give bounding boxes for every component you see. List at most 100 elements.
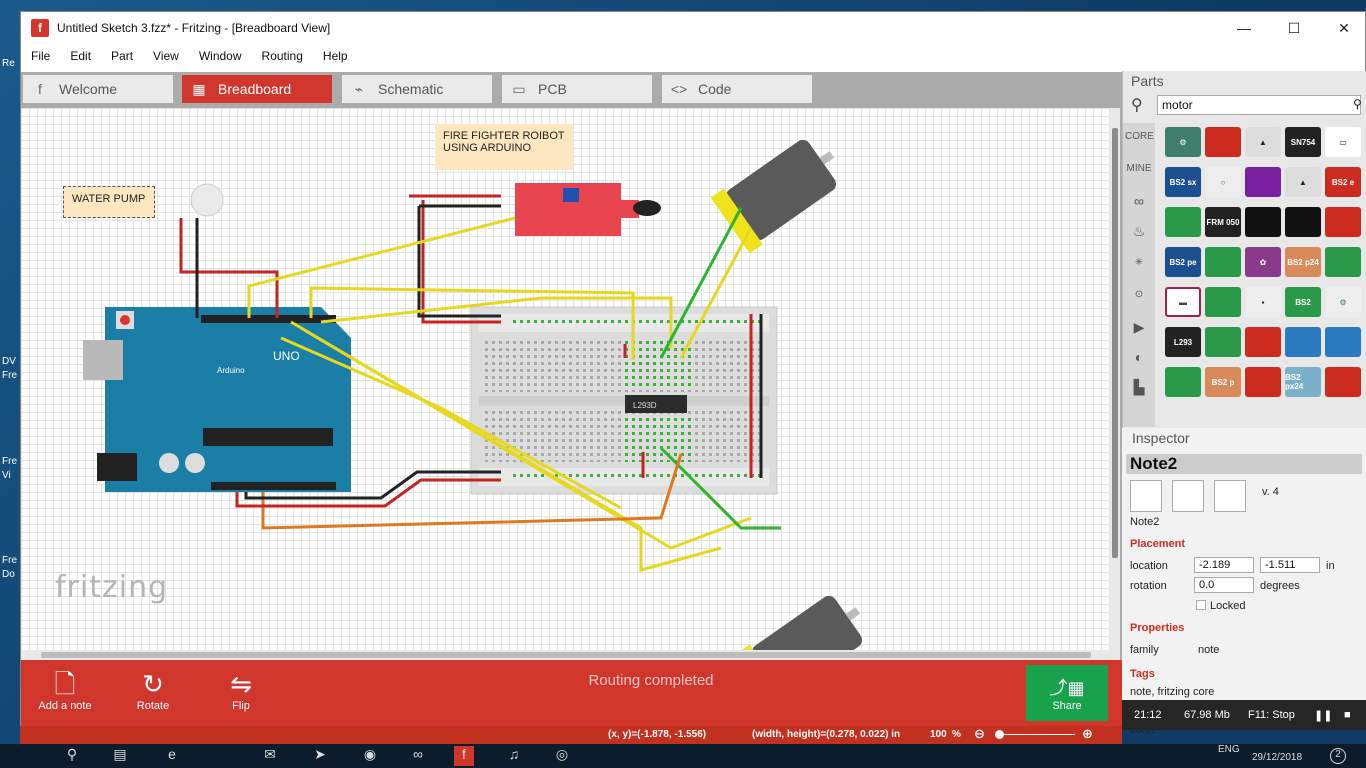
- close-button[interactable]: ✕: [1321, 12, 1366, 44]
- pause-icon[interactable]: ❚❚: [1314, 709, 1332, 722]
- zoom-slider-track[interactable]: [995, 734, 1075, 735]
- part-driver[interactable]: [1205, 127, 1241, 157]
- location-y-input[interactable]: -1.511: [1260, 557, 1320, 573]
- task-view-icon[interactable]: ▤: [110, 746, 130, 766]
- mail-icon[interactable]: ✉: [260, 746, 280, 766]
- breadboard[interactable]: [470, 306, 778, 495]
- menu-file[interactable]: File: [21, 49, 60, 63]
- horizontal-scrollbar[interactable]: [21, 650, 1110, 660]
- part-frm050[interactable]: FRM 050: [1205, 207, 1241, 237]
- tab-pcb[interactable]: ▭ PCB: [502, 75, 652, 103]
- part-bs2[interactable]: BS2: [1285, 287, 1321, 317]
- zoom-slider-handle[interactable]: [995, 730, 1004, 739]
- chrome-icon[interactable]: ◉: [360, 746, 380, 766]
- location-x-input[interactable]: -2.189: [1194, 557, 1254, 573]
- part-green-board-2[interactable]: [1325, 247, 1361, 277]
- zoom-out-button[interactable]: ⊖: [974, 726, 985, 742]
- play-bin-icon[interactable]: ▶: [1125, 319, 1153, 336]
- dc-motor-bottom[interactable]: [736, 583, 878, 660]
- part-bs2p24[interactable]: BS2 p24: [1285, 247, 1321, 277]
- intel-bin-icon[interactable]: ⊙: [1125, 289, 1153, 300]
- menu-part[interactable]: Part: [101, 49, 143, 63]
- notification-count[interactable]: 2: [1330, 748, 1346, 764]
- schematic-view-icon[interactable]: [1172, 480, 1204, 512]
- arduino-bin-icon[interactable]: ∞: [1125, 193, 1153, 209]
- tab-breadboard[interactable]: ▦ Breadboard: [182, 75, 332, 103]
- part-black-board[interactable]: [1245, 207, 1281, 237]
- part-battery[interactable]: [1285, 207, 1321, 237]
- part-bs2e[interactable]: BS2 e: [1325, 167, 1361, 197]
- part-servo-2[interactable]: ▲: [1285, 167, 1321, 197]
- desktop-label-7[interactable]: Do: [2, 569, 22, 580]
- menu-view[interactable]: View: [143, 49, 189, 63]
- bin-core[interactable]: CORE: [1125, 131, 1154, 142]
- breadboard-view-icon[interactable]: [1130, 480, 1162, 512]
- part-green-strip[interactable]: [1165, 367, 1201, 397]
- seeed-bin-icon[interactable]: ✳: [1125, 257, 1153, 268]
- part-bs2p[interactable]: BS2 p: [1205, 367, 1241, 397]
- menu-help[interactable]: Help: [313, 49, 358, 63]
- desktop-label-6[interactable]: Fre: [2, 555, 22, 566]
- note-water-pump[interactable]: WATER PUMP: [63, 186, 155, 218]
- parts-search-input[interactable]: motor: [1157, 95, 1361, 115]
- part-shield[interactable]: [1205, 287, 1241, 317]
- part-l293[interactable]: L293: [1165, 327, 1201, 357]
- pcb-view-icon[interactable]: [1214, 480, 1246, 512]
- menu-edit[interactable]: Edit: [60, 49, 101, 63]
- app-icon[interactable]: ◎: [552, 746, 572, 766]
- water-pump[interactable]: [190, 183, 224, 217]
- locked-checkbox[interactable]: [1196, 600, 1206, 610]
- part-blue-board[interactable]: [1325, 327, 1361, 357]
- bin-mine[interactable]: MINE: [1125, 163, 1153, 174]
- flame-sensor[interactable]: [515, 183, 661, 236]
- part-red-shield[interactable]: [1245, 327, 1281, 357]
- part-stepper[interactable]: ⚙: [1165, 127, 1201, 157]
- part-sn754[interactable]: SN754: [1285, 127, 1321, 157]
- scroll-thumb[interactable]: [1112, 128, 1118, 558]
- part-blue-shield[interactable]: [1285, 327, 1321, 357]
- part-chip-board[interactable]: [1205, 247, 1241, 277]
- part-module[interactable]: ▭: [1325, 127, 1361, 157]
- breadboard-canvas[interactable]: Arduino UNO L293D WATER PUMP FIRE FIGHTE…: [21, 108, 1119, 660]
- music-icon[interactable]: ♫: [504, 746, 524, 766]
- tab-schematic[interactable]: ⌁ Schematic: [342, 75, 492, 103]
- menu-routing[interactable]: Routing: [252, 49, 313, 63]
- zoom-in-button[interactable]: ⊕: [1082, 726, 1093, 742]
- fritzing-task-icon[interactable]: f: [454, 746, 474, 766]
- maximize-button[interactable]: ☐: [1271, 12, 1317, 44]
- search-icon[interactable]: ⚲: [62, 746, 82, 766]
- minimize-button[interactable]: —: [1221, 12, 1267, 44]
- part-green-board[interactable]: [1165, 207, 1201, 237]
- tab-welcome[interactable]: f Welcome: [23, 75, 173, 103]
- part-strip[interactable]: [1205, 327, 1241, 357]
- flip-button[interactable]: ⇋ Flip: [201, 668, 281, 722]
- note-title[interactable]: FIRE FIGHTER ROIBOT USING ARDUINO: [435, 124, 573, 170]
- cursor-icon[interactable]: ➤: [310, 746, 330, 766]
- part-lilypad[interactable]: ✿: [1245, 247, 1281, 277]
- part-dc-motor[interactable]: ▬: [1165, 287, 1201, 317]
- desktop-label-2[interactable]: DV: [2, 356, 22, 367]
- arduino-icon[interactable]: ∞: [408, 746, 428, 766]
- part-bs2sx[interactable]: BS2 sx: [1165, 167, 1201, 197]
- desktop-label-1[interactable]: Re: [2, 58, 22, 69]
- stop-icon[interactable]: ■: [1344, 709, 1351, 721]
- part-board[interactable]: [1245, 167, 1281, 197]
- sparkfun-bin-icon[interactable]: ♨: [1125, 223, 1153, 240]
- desktop-label-3[interactable]: Fre: [2, 370, 22, 381]
- factory-bin-icon[interactable]: ▙: [1125, 379, 1153, 396]
- vertical-scrollbar[interactable]: [1110, 108, 1120, 660]
- part-chip[interactable]: ▪: [1245, 287, 1281, 317]
- part-bs2pe[interactable]: BS2 pe: [1165, 247, 1201, 277]
- tab-code[interactable]: <> Code: [662, 75, 812, 103]
- contrib-bin-icon[interactable]: ◐: [1125, 349, 1153, 365]
- scroll-thumb[interactable]: [41, 652, 1091, 658]
- search-icon[interactable]: ⚲: [1353, 97, 1362, 111]
- part-vibration-motor[interactable]: ○: [1205, 167, 1241, 197]
- part-servo[interactable]: ▲: [1245, 127, 1281, 157]
- share-button[interactable]: ⤴▦ Share: [1026, 665, 1108, 721]
- desktop-label-5[interactable]: Vi: [2, 470, 22, 481]
- part-bs2px24[interactable]: BS2 px24: [1285, 367, 1321, 397]
- language-indicator[interactable]: ENG: [1218, 744, 1240, 755]
- edge-icon[interactable]: e: [162, 746, 182, 766]
- taskbar-date[interactable]: 29/12/2018: [1252, 752, 1302, 763]
